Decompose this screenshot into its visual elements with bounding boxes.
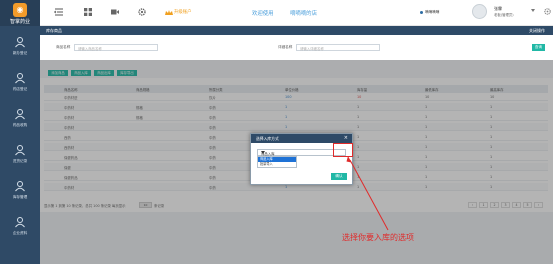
status-indicator-icon bbox=[420, 11, 423, 14]
user-icon bbox=[15, 109, 25, 120]
sidebar-item-label: 药品收购 bbox=[12, 123, 28, 127]
sidebar-item-label: 库存管理 bbox=[12, 195, 28, 199]
user-icon bbox=[15, 217, 25, 228]
dialog-header: 选择入库方式 × bbox=[251, 134, 352, 143]
user-icon bbox=[15, 37, 25, 48]
sidebar-item-1[interactable]: 新办登记 bbox=[0, 28, 40, 64]
detail-search-input[interactable]: 请输入详细名称 bbox=[296, 44, 380, 51]
settings-icon[interactable] bbox=[543, 7, 552, 16]
sidebar-item-label: 新办登记 bbox=[12, 51, 28, 55]
stock-in-dialog: 选择入库方式 × 商品入库 商品入库 批量导入 确认 bbox=[250, 133, 353, 185]
logo-text: 智掌药业 bbox=[9, 19, 30, 25]
name-placeholder: 请输入商品名称 bbox=[78, 47, 102, 51]
sidebar-item-5[interactable]: 库存管理 bbox=[0, 172, 40, 208]
confirm-button[interactable]: 确认 bbox=[331, 173, 347, 180]
highlight-box bbox=[333, 143, 353, 157]
page-tab-bar: 库存商品 关闭操作 bbox=[40, 26, 553, 35]
sidebar: ◉ 智掌药业 新办登记 药店登记 药品收购 进货记录 库存管理 企业资料 bbox=[0, 0, 40, 264]
status-text: 嘀嘀嘀嘀 bbox=[425, 10, 440, 14]
sidebar-item-3[interactable]: 药品收购 bbox=[0, 100, 40, 136]
close-icon[interactable]: × bbox=[344, 135, 348, 141]
name-label: 商品名称 bbox=[56, 45, 71, 49]
upgrade-link[interactable]: 升级账户 bbox=[174, 9, 192, 15]
chevron-down-icon[interactable] bbox=[261, 151, 265, 154]
dialog-title: 选择入库方式 bbox=[256, 136, 279, 141]
sidebar-item-4[interactable]: 进货记录 bbox=[0, 136, 40, 172]
avatar[interactable] bbox=[472, 4, 487, 19]
user-icon bbox=[15, 181, 25, 192]
user-role: 老板(管理员) bbox=[494, 13, 514, 17]
grid-icon[interactable] bbox=[83, 7, 93, 17]
query-button[interactable]: 查询 bbox=[532, 44, 545, 51]
name-search-input[interactable]: 请输入商品名称 bbox=[74, 44, 158, 51]
gear-icon[interactable] bbox=[137, 7, 147, 17]
tab-inventory[interactable]: 库存商品 bbox=[46, 28, 62, 34]
sidebar-item-label: 药店登记 bbox=[12, 87, 28, 91]
video-icon[interactable] bbox=[110, 7, 120, 17]
sidebar-item-6[interactable]: 企业资料 bbox=[0, 208, 40, 244]
option-batch-import[interactable]: 批量导入 bbox=[258, 162, 296, 167]
select-dropdown: 商品入库 批量导入 bbox=[257, 156, 297, 168]
crown-icon bbox=[165, 10, 173, 15]
sidebar-item-label: 进货记录 bbox=[12, 159, 28, 163]
chevron-down-icon[interactable] bbox=[531, 9, 535, 12]
top-header: 升级账户 欢迎使用 嘀嘀嘀的店 嘀嘀嘀嘀 张霖 老板(管理员) bbox=[40, 0, 553, 26]
user-icon bbox=[15, 145, 25, 156]
logo-mark-icon: ◉ bbox=[13, 3, 27, 17]
search-form: 商品名称 请输入商品名称 详细名称 请输入详细名称 查询 bbox=[40, 35, 553, 60]
sidebar-item-label: 企业资料 bbox=[12, 231, 28, 235]
collapse-menu-icon[interactable] bbox=[54, 7, 64, 17]
user-icon bbox=[15, 73, 25, 84]
detail-label: 详细名称 bbox=[278, 45, 293, 49]
welcome-text: 欢迎使用 bbox=[252, 11, 274, 17]
logo: ◉ 智掌药业 bbox=[0, 0, 40, 26]
detail-placeholder: 请输入详细名称 bbox=[300, 47, 324, 51]
close-all-button[interactable]: 关闭操作 bbox=[529, 28, 545, 34]
sidebar-item-2[interactable]: 药店登记 bbox=[0, 64, 40, 100]
shop-name: 嘀嘀嘀的店 bbox=[290, 11, 317, 17]
annotation-text: 选择你要入库的选项 bbox=[342, 233, 414, 242]
